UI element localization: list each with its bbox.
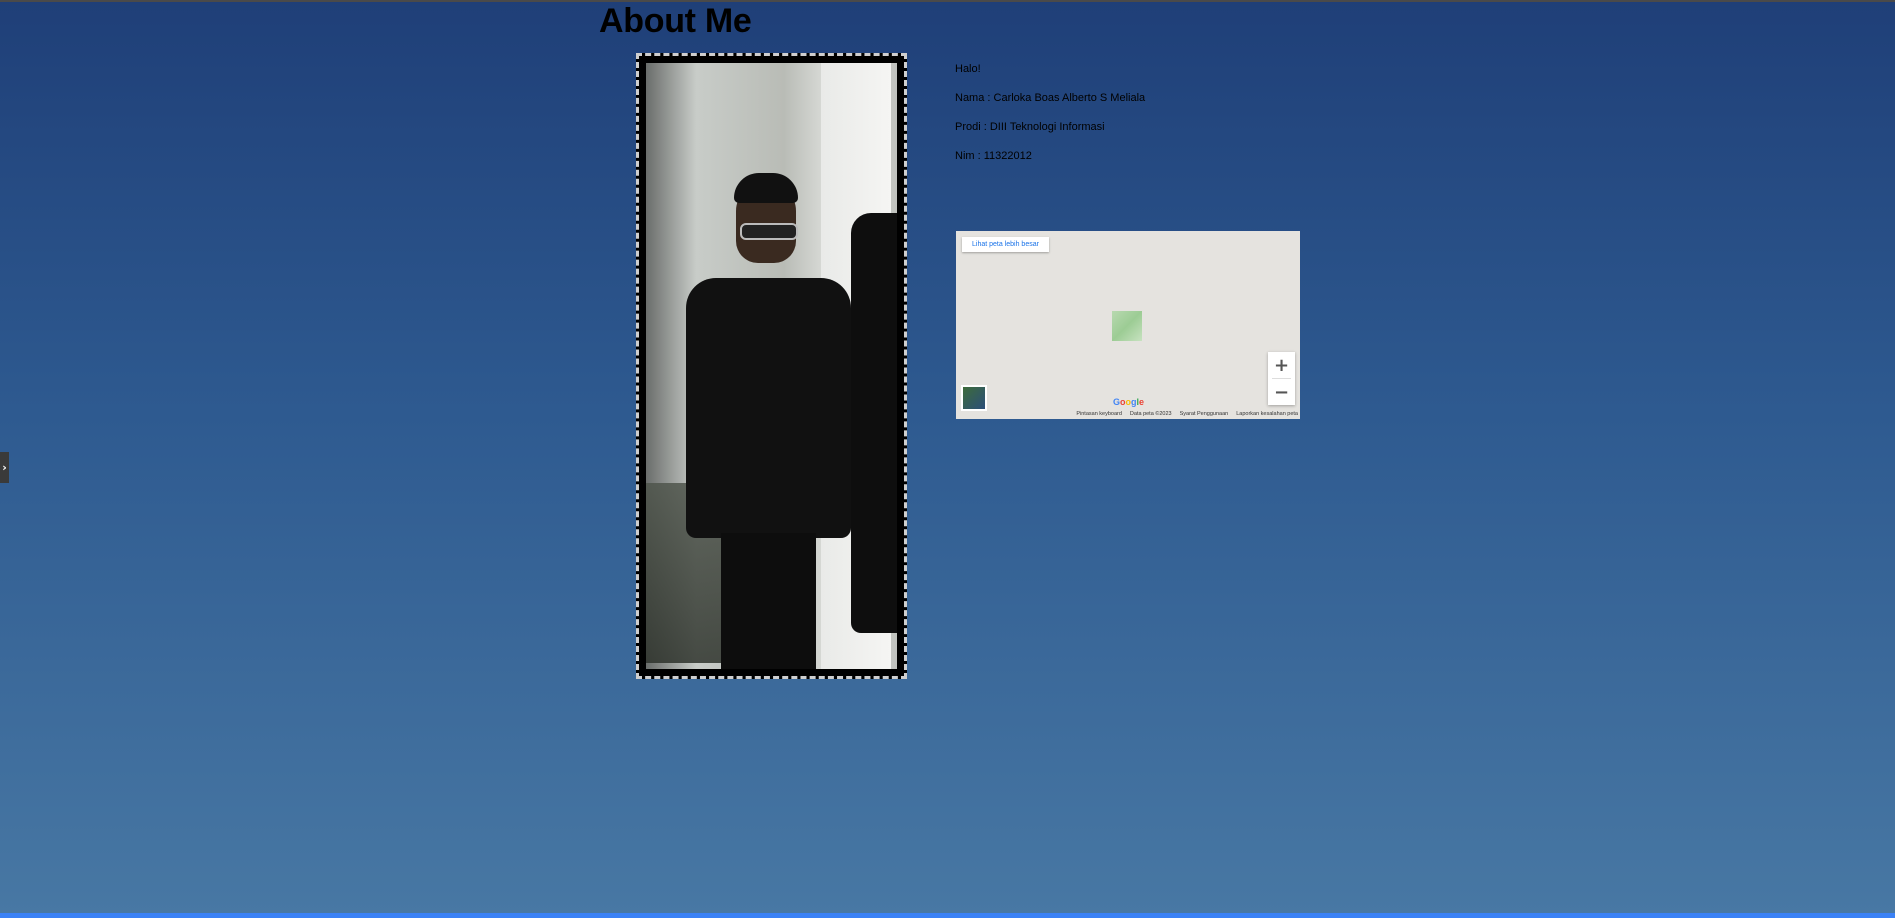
zoom-in-button[interactable]: +	[1268, 352, 1295, 378]
map-data-text: Data peta ©2023	[1129, 411, 1172, 417]
top-border	[0, 0, 1895, 2]
larger-map-link[interactable]: Lihat peta lebih besar	[962, 237, 1049, 252]
profile-photo	[646, 63, 897, 669]
zoom-out-button[interactable]: −	[1268, 379, 1295, 405]
terms-link[interactable]: Syarat Penggunaan	[1180, 411, 1229, 417]
nim-text: Nim : 11322012	[955, 150, 1032, 162]
bottom-accent-bar	[0, 913, 1895, 918]
page-title: About Me	[599, 2, 752, 40]
report-error-link[interactable]: Laporkan kesalahan peta	[1236, 411, 1298, 417]
map-attribution: Pintasan keyboard Data peta ©2023 Syarat…	[1076, 411, 1298, 417]
name-text: Nama : Carloka Boas Alberto S Meliala	[955, 92, 1146, 104]
profile-info: Halo! Nama : Carloka Boas Alberto S Meli…	[955, 62, 1145, 178]
map-tile	[1111, 310, 1143, 342]
chevron-right-icon: ›	[2, 461, 7, 474]
keyboard-shortcuts-link[interactable]: Pintasan keyboard	[1076, 411, 1122, 417]
sidebar-toggle-button[interactable]: ›	[0, 452, 9, 483]
profile-photo-frame	[636, 53, 907, 679]
satellite-layer-toggle[interactable]	[961, 385, 987, 411]
prodi-text: Prodi : DIII Teknologi Informasi	[955, 121, 1105, 133]
zoom-controls: + −	[1268, 352, 1295, 405]
embedded-map[interactable]: Lihat peta lebih besar + − Google Pintas…	[956, 231, 1300, 419]
google-logo: Google	[1113, 397, 1145, 407]
greeting-text: Halo!	[955, 63, 981, 75]
